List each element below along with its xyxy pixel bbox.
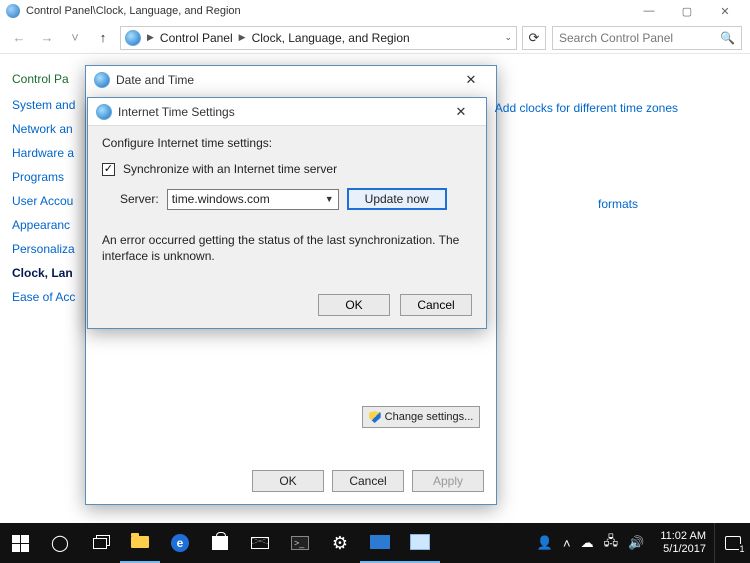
- start-button[interactable]: [0, 523, 40, 563]
- chevron-right-icon: ▶: [237, 32, 248, 43]
- clock-date: 5/1/2017: [660, 543, 706, 556]
- search-icon: 🔍: [720, 31, 735, 45]
- volume-icon[interactable]: 🔊: [628, 535, 644, 551]
- clock-icon: [94, 72, 110, 88]
- shield-icon: [369, 411, 381, 423]
- change-settings-button[interactable]: Change settings...: [362, 406, 480, 428]
- internet-time-dialog: Internet Time Settings ✕ Configure Inter…: [87, 97, 487, 329]
- update-now-button[interactable]: Update now: [347, 188, 447, 210]
- cp-home-link[interactable]: Control Pa: [12, 72, 95, 86]
- minimize-button[interactable]: —: [630, 0, 668, 22]
- sidebar-item-system[interactable]: System and: [12, 98, 95, 112]
- control-panel-icon: [6, 4, 20, 18]
- sidebar-item-hardware[interactable]: Hardware a: [12, 146, 95, 160]
- sidebar-item-network[interactable]: Network an: [12, 122, 95, 136]
- onedrive-icon[interactable]: ☁: [581, 535, 594, 551]
- chevron-right-icon: ▶: [145, 32, 156, 43]
- network-icon[interactable]: 🖧: [604, 532, 619, 554]
- file-explorer-button[interactable]: [120, 523, 160, 563]
- notification-icon: [725, 536, 741, 550]
- sidebar-item-ease[interactable]: Ease of Acc: [12, 290, 95, 304]
- mail-button[interactable]: [240, 523, 280, 563]
- action-center-button[interactable]: [714, 523, 750, 563]
- sync-label: Synchronize with an Internet time server: [123, 162, 337, 176]
- sync-error-text: An error occurred getting the status of …: [102, 232, 472, 264]
- breadcrumb-dropdown[interactable]: ⌄: [504, 32, 512, 43]
- sidebar-item-appearance[interactable]: Appearanc: [12, 218, 95, 232]
- close-button[interactable]: ✕: [454, 70, 488, 90]
- ok-button[interactable]: OK: [318, 294, 390, 316]
- sidebar-item-user[interactable]: User Accou: [12, 194, 95, 208]
- sidebar: Control Pa System and Network an Hardwar…: [0, 54, 95, 523]
- dialog-title: Date and Time: [116, 73, 194, 87]
- maximize-button[interactable]: ▢: [668, 0, 706, 22]
- tray-overflow-icon[interactable]: ˄: [563, 536, 571, 551]
- task-view-button[interactable]: [80, 523, 120, 563]
- change-settings-label: Change settings...: [385, 411, 474, 423]
- edge-button[interactable]: e: [160, 523, 200, 563]
- settings-taskbar-button[interactable]: ⚙: [320, 523, 360, 563]
- clock-time: 11:02 AM: [660, 530, 706, 543]
- sidebar-item-programs[interactable]: Programs: [12, 170, 95, 184]
- server-value: time.windows.com: [172, 192, 270, 206]
- search-placeholder: Search Control Panel: [559, 31, 673, 45]
- sidebar-item-clock[interactable]: Clock, Lan: [12, 266, 95, 280]
- ok-button[interactable]: OK: [252, 470, 324, 492]
- dialog-title: Internet Time Settings: [118, 105, 235, 119]
- up-button[interactable]: ↑: [92, 27, 114, 49]
- close-button[interactable]: ✕: [706, 0, 744, 22]
- breadcrumb-segment[interactable]: Control Panel: [160, 31, 233, 45]
- sync-checkbox[interactable]: ✓: [102, 163, 115, 176]
- window-title: Control Panel\Clock, Language, and Regio…: [26, 5, 241, 17]
- sidebar-item-personalization[interactable]: Personaliza: [12, 242, 95, 256]
- nav-row: ← → ˅ ↑ ▶ Control Panel ▶ Clock, Languag…: [0, 22, 750, 54]
- configure-label: Configure Internet time settings:: [102, 136, 472, 150]
- taskbar: ◯ e >_ ⚙ 👤 ˄ ☁ 🖧 🔊 11:02 AM 5/1/2017: [0, 523, 750, 563]
- back-button[interactable]: ←: [8, 27, 30, 49]
- chevron-down-icon: ▼: [325, 194, 334, 204]
- taskbar-clock[interactable]: 11:02 AM 5/1/2017: [652, 530, 714, 555]
- forward-button: →: [36, 27, 58, 49]
- add-clocks-link[interactable]: Add clocks for different time zones: [495, 101, 678, 115]
- close-button[interactable]: ✕: [444, 102, 478, 122]
- breadcrumb-segment[interactable]: Clock, Language, and Region: [252, 31, 410, 45]
- search-input[interactable]: Search Control Panel 🔍: [552, 26, 742, 50]
- system-tray[interactable]: 👤 ˄ ☁ 🖧 🔊: [529, 532, 652, 554]
- clock-icon: [96, 104, 112, 120]
- people-icon[interactable]: 👤: [537, 535, 553, 551]
- control-panel-icon: [125, 30, 141, 46]
- apply-button: Apply: [412, 470, 484, 492]
- server-label: Server:: [120, 192, 159, 206]
- cancel-button[interactable]: Cancel: [400, 294, 472, 316]
- store-button[interactable]: [200, 523, 240, 563]
- cortana-button[interactable]: ◯: [40, 523, 80, 563]
- window-titlebar: Control Panel\Clock, Language, and Regio…: [0, 0, 750, 22]
- server-combobox[interactable]: time.windows.com ▼: [167, 189, 339, 210]
- terminal-button[interactable]: >_: [280, 523, 320, 563]
- taskbar-app-1[interactable]: [360, 523, 400, 563]
- formats-link[interactable]: formats: [598, 197, 638, 211]
- address-bar[interactable]: ▶ Control Panel ▶ Clock, Language, and R…: [120, 26, 517, 50]
- cancel-button[interactable]: Cancel: [332, 470, 404, 492]
- recent-dropdown[interactable]: ˅: [64, 27, 86, 49]
- refresh-button[interactable]: ⟳: [522, 26, 546, 50]
- taskbar-app-2[interactable]: [400, 523, 440, 563]
